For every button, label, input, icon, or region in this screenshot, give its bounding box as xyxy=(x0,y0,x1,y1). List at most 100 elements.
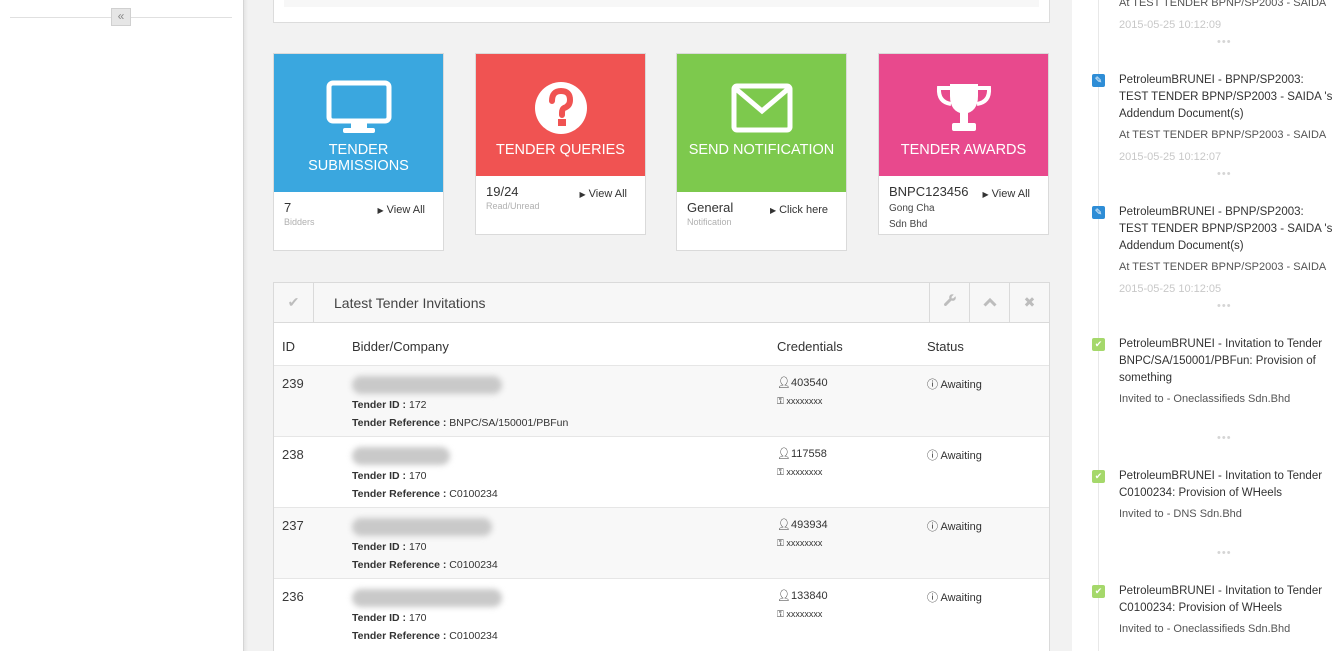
column-header-bidder: Bidder/Company xyxy=(352,339,449,355)
credential-password: xxxxxxxx xyxy=(786,395,823,406)
user-icon: 👤︎ xyxy=(777,376,791,389)
blurred-company-name xyxy=(352,375,502,394)
widget-title: Latest Tender Invitations xyxy=(334,295,486,311)
tender-id: 170 xyxy=(408,469,427,482)
tender-reference: C0100234 xyxy=(449,487,498,500)
view-all-link[interactable]: ▶ View All xyxy=(983,188,1030,200)
tile-header: TENDER QUERIES xyxy=(476,54,645,176)
tile-header: TENDER SUBMISSIONS xyxy=(274,54,443,192)
key-icon: ⚿ xyxy=(777,466,787,477)
caret-right-icon: ▶ xyxy=(982,190,989,199)
feed-item-subtitle: Invited to - Oneclassifieds Sdn.Bhd xyxy=(1119,623,1291,635)
feed-item-subtitle: At TEST TENDER BPNP/SP2003 - SAIDA xyxy=(1119,261,1327,273)
tender-id: 170 xyxy=(408,611,427,624)
tile-sublabel: Bidders xyxy=(284,217,315,227)
more-dots-icon: ••• xyxy=(1217,36,1232,48)
row-id: 238 xyxy=(274,435,352,507)
question-circle-icon xyxy=(476,54,645,142)
blurred-company-name xyxy=(352,588,502,607)
blurred-company-name xyxy=(352,446,450,465)
click-here-link[interactable]: ▶ Click here xyxy=(770,204,828,216)
invitations-table: ID Bidder/Company Credentials Status 239… xyxy=(274,323,1049,649)
sidebar-collapse-button[interactable]: « xyxy=(111,8,131,26)
table-row[interactable]: 236 Tender ID : 170 Tender Reference : C… xyxy=(274,577,1049,649)
info-icon: ⓘ xyxy=(927,449,941,462)
credential-password: xxxxxxxx xyxy=(786,608,823,619)
tile-send-notification[interactable]: SEND NOTIFICATION General Notification ▶… xyxy=(676,53,847,251)
user-icon: 👤︎ xyxy=(777,589,791,602)
chevron-up-icon[interactable] xyxy=(969,283,1009,322)
feed-item-time: 2015-05-25 10:12:07 xyxy=(1119,151,1222,163)
more-dots-icon: ••• xyxy=(1217,547,1232,559)
tender-reference: C0100234 xyxy=(449,629,498,642)
tender-reference: C0100234 xyxy=(449,558,498,571)
more-dots-icon: ••• xyxy=(1217,168,1232,180)
check-square-icon: ✔ xyxy=(1092,338,1105,351)
credential-user: 493934 xyxy=(790,518,828,531)
pencil-icon: ✎ xyxy=(1092,74,1105,87)
info-icon: ⓘ xyxy=(927,520,941,533)
credential-user: 117558 xyxy=(790,447,827,460)
more-dots-icon: ••• xyxy=(1217,300,1232,312)
row-id: 239 xyxy=(274,364,352,436)
tender-reference: BNPC/SA/150001/PBFun xyxy=(449,416,569,429)
key-icon: ⚿ xyxy=(777,608,787,619)
sidebar: « xyxy=(0,0,244,651)
view-all-link[interactable]: ▶ View All xyxy=(580,188,627,200)
key-icon: ⚿ xyxy=(777,537,787,548)
timeline-line xyxy=(1098,0,1099,651)
view-all-link[interactable]: ▶ View All xyxy=(378,204,425,216)
caret-right-icon: ▶ xyxy=(769,206,777,215)
feed-item-title: PetroleumBRUNEI - BPNP/SP2003: TEST TEND… xyxy=(1119,206,1333,252)
feed-item-subtitle: Invited to - Oneclassifieds Sdn.Bhd xyxy=(1119,393,1291,405)
feed-item-title: PetroleumBRUNEI - BPNP/SP2003: TEST TEND… xyxy=(1119,74,1333,120)
tile-header: SEND NOTIFICATION xyxy=(677,54,846,192)
tile-tender-queries[interactable]: TENDER QUERIES 19/24 Read/Unread ▶ View A… xyxy=(475,53,646,235)
user-icon: 👤︎ xyxy=(777,518,791,531)
info-icon: ⓘ xyxy=(927,591,941,604)
tile-title: TENDER AWARDS xyxy=(900,142,1027,158)
monitor-icon xyxy=(274,54,443,142)
tender-id: 170 xyxy=(408,540,427,553)
widget-header: ✔ Latest Tender Invitations ✖ xyxy=(274,283,1049,323)
feed-item-subtitle: Invited to - DNS Sdn.Bhd xyxy=(1119,508,1242,520)
row-status: Awaiting xyxy=(940,449,982,462)
envelope-icon xyxy=(677,54,846,142)
feed-item-title: PetroleumBRUNEI - Invitation to Tender C… xyxy=(1119,585,1323,614)
tile-tender-awards[interactable]: TENDER AWARDS BNPC123456 Gong Cha Sdn Bh… xyxy=(878,53,1049,235)
tile-sublabel: Read/Unread xyxy=(486,201,540,211)
tile-tender-submissions[interactable]: TENDER SUBMISSIONS 7 Bidders ▶ View All xyxy=(273,53,444,251)
table-row[interactable]: 237 Tender ID : 170 Tender Reference : C… xyxy=(274,506,1049,578)
close-icon[interactable]: ✖ xyxy=(1009,283,1049,322)
user-icon: 👤︎ xyxy=(777,447,791,460)
check-square-icon: ✔ xyxy=(1092,470,1105,483)
row-status: Awaiting xyxy=(940,591,982,604)
feed-item-subtitle: At TEST TENDER BPNP/SP2003 - SAIDA xyxy=(1119,129,1327,141)
row-id: 236 xyxy=(274,577,352,649)
table-row[interactable]: 238 Tender ID : 170 Tender Reference : C… xyxy=(274,435,1049,507)
main-content: TENDER SUBMISSIONS 7 Bidders ▶ View All T… xyxy=(248,0,1072,651)
latest-tender-invitations-widget: ✔ Latest Tender Invitations ✖ ID Bidder/… xyxy=(273,282,1050,651)
check-icon[interactable]: ✔ xyxy=(274,283,314,322)
wrench-icon[interactable] xyxy=(929,283,969,322)
tender-id: 172 xyxy=(408,398,427,411)
feed-item-title: PetroleumBRUNEI - Invitation to Tender B… xyxy=(1119,338,1323,384)
info-icon: ⓘ xyxy=(927,378,941,391)
feed-item-subtitle: At TEST TENDER BPNP/SP2003 - SAIDA xyxy=(1119,0,1327,9)
tile-title: SEND NOTIFICATION xyxy=(688,142,835,158)
column-header-status: Status xyxy=(927,339,964,355)
column-header-id: ID xyxy=(282,339,295,355)
tile-sublabel: Notification xyxy=(687,217,732,227)
feed-item-title: PetroleumBRUNEI - Invitation to Tender C… xyxy=(1119,470,1323,499)
feed-item-time: 2015-05-25 10:12:09 xyxy=(1119,19,1222,31)
credential-password: xxxxxxxx xyxy=(786,466,823,477)
tile-title: TENDER QUERIES xyxy=(496,142,625,158)
more-dots-icon: ••• xyxy=(1217,432,1232,444)
feed-item-time: 2015-05-25 10:12:05 xyxy=(1119,283,1222,295)
tile-title: TENDER SUBMISSIONS xyxy=(308,142,409,174)
activity-feed: At TEST TENDER BPNP/SP2003 - SAIDA 2015-… xyxy=(1072,0,1336,651)
table-row[interactable]: 239 Tender ID : 172 Tender Reference : B… xyxy=(274,364,1049,436)
key-icon: ⚿ xyxy=(777,395,787,406)
check-square-icon: ✔ xyxy=(1092,585,1105,598)
row-status: Awaiting xyxy=(940,520,982,533)
